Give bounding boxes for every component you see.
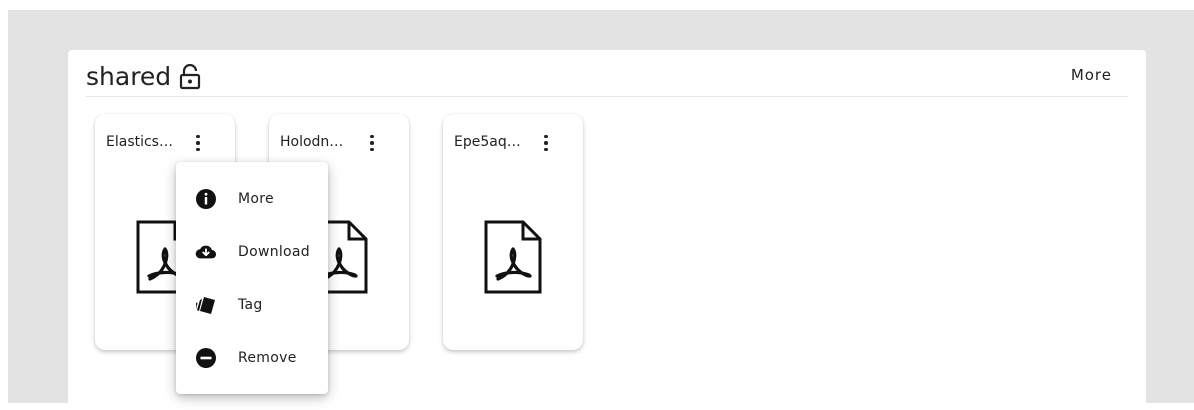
cloud-download-icon <box>195 245 217 259</box>
info-icon <box>196 189 216 209</box>
menu-item-tag[interactable]: Tag <box>176 285 328 325</box>
menu-item-label: More <box>238 191 274 207</box>
menu-item-label: Download <box>238 244 310 260</box>
tag-icon <box>196 297 215 314</box>
panel-title-text: shared <box>86 62 172 91</box>
file-options-kebab-icon[interactable] <box>537 132 555 154</box>
file-context-menu: More Download Tag Remove <box>176 162 328 394</box>
file-options-kebab-icon[interactable] <box>189 132 207 154</box>
panel-header: shared More <box>86 62 1128 97</box>
menu-item-download[interactable]: Download <box>176 232 328 272</box>
file-name: Epe5aq… <box>454 134 521 150</box>
menu-item-label: Remove <box>238 350 297 366</box>
file-name: Elastics… <box>106 134 173 150</box>
pdf-file-icon <box>484 220 542 294</box>
menu-item-more[interactable]: More <box>176 179 328 219</box>
file-options-kebab-icon[interactable] <box>363 132 381 154</box>
menu-item-label: Tag <box>238 297 263 313</box>
menu-item-remove[interactable]: Remove <box>176 338 328 378</box>
lock-open-icon <box>180 64 201 90</box>
remove-circle-icon <box>196 348 216 368</box>
panel-title: shared <box>86 62 201 92</box>
file-card[interactable]: Epe5aq… <box>443 114 583 350</box>
panel-more-button[interactable]: More <box>1071 66 1112 84</box>
file-name: Holodn… <box>280 134 344 150</box>
